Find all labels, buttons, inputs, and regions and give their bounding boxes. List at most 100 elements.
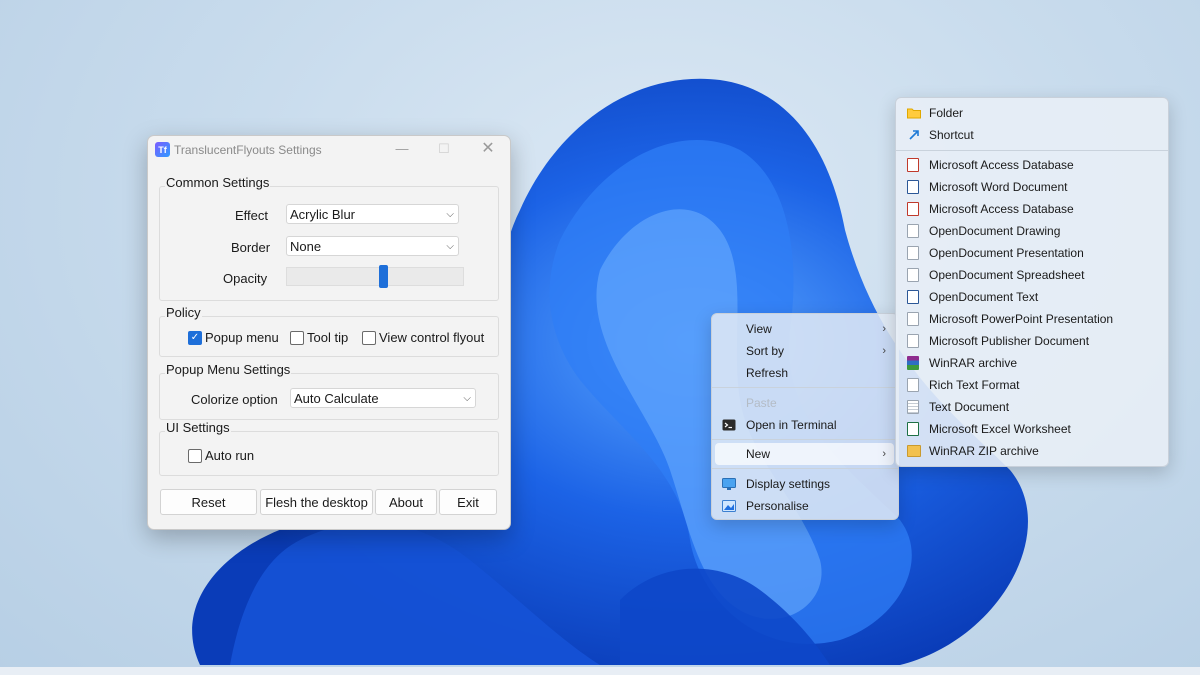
- submenu-item-rich-text-format[interactable]: Rich Text Format: [899, 374, 1164, 396]
- zip-icon: [907, 445, 921, 457]
- ui-settings-group: UI Settings Auto run: [159, 420, 499, 476]
- submenu-item-label: OpenDocument Spreadsheet: [929, 268, 1085, 282]
- submenu-item-opendocument-drawing[interactable]: OpenDocument Drawing: [899, 220, 1164, 242]
- chevron-down-icon: ⌵: [463, 393, 471, 404]
- chevron-right-icon: ›: [882, 345, 886, 357]
- submenu-item-access-database-2[interactable]: Microsoft Access Database: [899, 198, 1164, 220]
- reset-button[interactable]: Reset: [160, 489, 257, 515]
- close-button[interactable]: ✕: [478, 140, 498, 158]
- maximize-button[interactable]: ☐: [434, 140, 454, 158]
- about-button[interactable]: About: [375, 489, 437, 515]
- colorize-option-value: Auto Calculate: [294, 391, 379, 406]
- common-settings-group: Common Settings Effect Acrylic Blur ⌵ Bo…: [159, 175, 499, 301]
- submenu-item-label: Microsoft Access Database: [929, 202, 1074, 216]
- menu-item-refresh[interactable]: Refresh: [715, 362, 894, 384]
- menu-item-label: Paste: [746, 396, 777, 410]
- policy-group: Policy ✓ Popup menu Tool tip View contro…: [159, 305, 499, 357]
- document-icon: [907, 224, 919, 238]
- opacity-slider[interactable]: [286, 265, 464, 288]
- text-document-icon: [907, 400, 919, 414]
- submenu-item-opendocument-text[interactable]: OpenDocument Text: [899, 286, 1164, 308]
- submenu-item-label: Microsoft PowerPoint Presentation: [929, 312, 1114, 326]
- submenu-item-folder[interactable]: Folder: [899, 102, 1164, 124]
- submenu-item-opendocument-spreadsheet[interactable]: OpenDocument Spreadsheet: [899, 264, 1164, 286]
- submenu-item-winrar-zip-archive[interactable]: WinRAR ZIP archive: [899, 440, 1164, 462]
- checkbox-icon: ✓: [188, 330, 202, 345]
- colorize-option-select[interactable]: Auto Calculate ⌵: [290, 388, 476, 408]
- flesh-the-desktop-button[interactable]: Flesh the desktop: [260, 489, 373, 515]
- menu-item-label: View: [746, 322, 772, 336]
- terminal-icon: [722, 419, 736, 431]
- menu-item-paste[interactable]: Paste: [715, 392, 894, 414]
- new-submenu: Folder Shortcut Microsoft Access Databas…: [895, 97, 1169, 467]
- tool-tip-checkbox[interactable]: Tool tip: [290, 330, 348, 345]
- personalise-icon: [722, 500, 736, 512]
- checkbox-icon: [188, 448, 202, 463]
- submenu-item-label: Microsoft Access Database: [929, 158, 1074, 172]
- access-icon: [907, 158, 919, 172]
- menu-item-open-in-terminal[interactable]: Open in Terminal: [715, 414, 894, 436]
- title-bar[interactable]: Tf TranslucentFlyouts Settings — ☐ ✕: [148, 136, 510, 164]
- excel-icon: [907, 422, 919, 436]
- submenu-item-shortcut[interactable]: Shortcut: [899, 124, 1164, 146]
- border-select[interactable]: None ⌵: [286, 236, 459, 256]
- view-control-flyout-checkbox[interactable]: View control flyout: [362, 330, 484, 345]
- chevron-down-icon: ⌵: [446, 209, 454, 220]
- submenu-item-label: Microsoft Publisher Document: [929, 334, 1090, 348]
- chevron-right-icon: ›: [882, 323, 886, 335]
- auto-run-label: Auto run: [205, 448, 255, 463]
- minimize-button[interactable]: —: [392, 140, 412, 158]
- ui-settings-title: UI Settings: [165, 420, 231, 435]
- submenu-item-word-document[interactable]: Microsoft Word Document: [899, 176, 1164, 198]
- settings-window: Tf TranslucentFlyouts Settings — ☐ ✕ Com…: [147, 135, 511, 530]
- submenu-item-powerpoint-presentation[interactable]: Microsoft PowerPoint Presentation: [899, 308, 1164, 330]
- display-icon: [722, 478, 736, 490]
- document-icon: [907, 246, 919, 260]
- auto-run-checkbox[interactable]: Auto run: [188, 448, 254, 463]
- submenu-item-label: OpenDocument Presentation: [929, 246, 1084, 260]
- submenu-item-access-database[interactable]: Microsoft Access Database: [899, 154, 1164, 176]
- submenu-item-label: Microsoft Excel Worksheet: [929, 422, 1071, 436]
- popup-menu-label: Popup menu: [205, 330, 279, 345]
- menu-item-new[interactable]: New ›: [715, 443, 894, 465]
- taskbar-edge: [0, 667, 1200, 675]
- submenu-item-excel-worksheet[interactable]: Microsoft Excel Worksheet: [899, 418, 1164, 440]
- checkbox-icon: [362, 330, 376, 345]
- menu-item-display-settings[interactable]: Display settings: [715, 473, 894, 495]
- app-icon: Tf: [155, 142, 170, 157]
- chevron-right-icon: ›: [882, 448, 886, 460]
- submenu-item-label: Rich Text Format: [929, 378, 1020, 392]
- submenu-item-text-document[interactable]: Text Document: [899, 396, 1164, 418]
- submenu-item-opendocument-presentation[interactable]: OpenDocument Presentation: [899, 242, 1164, 264]
- opacity-slider-thumb[interactable]: [379, 265, 388, 288]
- exit-button[interactable]: Exit: [439, 489, 497, 515]
- menu-item-personalise[interactable]: Personalise: [715, 495, 894, 517]
- effect-label: Effect: [235, 208, 269, 223]
- border-value: None: [290, 239, 322, 254]
- popup-menu-checkbox[interactable]: ✓ Popup menu: [188, 330, 279, 345]
- menu-item-sort-by[interactable]: Sort by ›: [715, 340, 894, 362]
- menu-item-label: New: [746, 447, 771, 461]
- popup-menu-settings-title: Popup Menu Settings: [165, 362, 292, 377]
- menu-item-label: Open in Terminal: [746, 418, 837, 432]
- chevron-down-icon: ⌵: [446, 241, 454, 252]
- access-icon: [907, 202, 919, 216]
- desktop-context-menu: View › Sort by › Refresh Paste Open in T…: [711, 313, 899, 520]
- popup-menu-settings-group: Popup Menu Settings Colorize option Auto…: [159, 362, 499, 420]
- document-icon: [907, 268, 919, 282]
- border-label: Border: [231, 240, 271, 255]
- document-icon: [907, 378, 919, 392]
- submenu-item-label: OpenDocument Text: [929, 290, 1039, 304]
- common-settings-title: Common Settings: [165, 175, 271, 190]
- menu-separator: [896, 150, 1168, 151]
- effect-select[interactable]: Acrylic Blur ⌵: [286, 204, 459, 224]
- submenu-item-label: Text Document: [929, 400, 1010, 414]
- submenu-item-winrar-archive[interactable]: WinRAR archive: [899, 352, 1164, 374]
- menu-item-label: Display settings: [746, 477, 831, 491]
- word-icon: [907, 180, 919, 194]
- submenu-item-label: Shortcut: [929, 128, 974, 142]
- winrar-icon: [907, 356, 919, 370]
- submenu-item-publisher-document[interactable]: Microsoft Publisher Document: [899, 330, 1164, 352]
- folder-icon: [907, 108, 921, 119]
- menu-item-view[interactable]: View ›: [715, 318, 894, 340]
